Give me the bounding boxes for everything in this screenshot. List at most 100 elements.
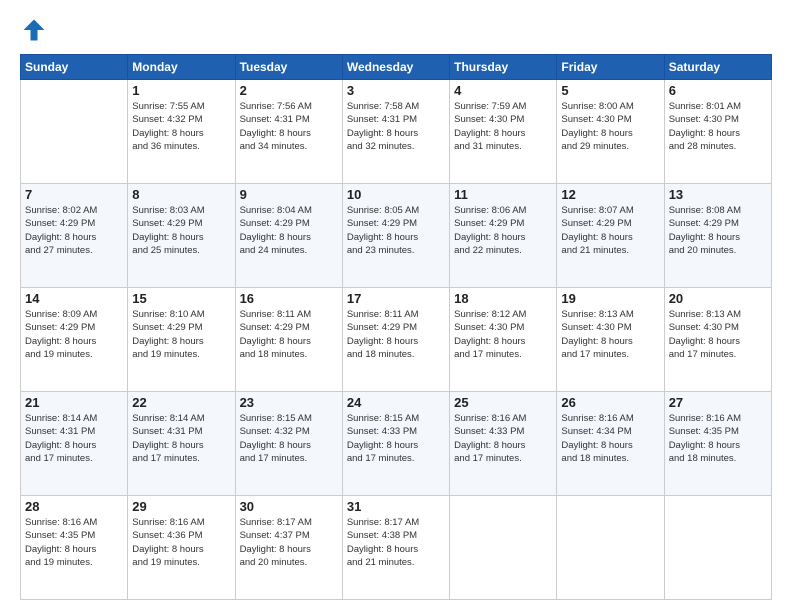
day-number: 15 [132, 291, 230, 306]
day-info: Sunrise: 7:58 AM Sunset: 4:31 PM Dayligh… [347, 100, 445, 153]
day-info: Sunrise: 7:59 AM Sunset: 4:30 PM Dayligh… [454, 100, 552, 153]
day-number: 19 [561, 291, 659, 306]
day-number: 20 [669, 291, 767, 306]
day-info: Sunrise: 8:10 AM Sunset: 4:29 PM Dayligh… [132, 308, 230, 361]
day-number: 2 [240, 83, 338, 98]
page: SundayMondayTuesdayWednesdayThursdayFrid… [0, 0, 792, 612]
calendar-cell: 29 Sunrise: 8:16 AM Sunset: 4:36 PM Dayli… [128, 496, 235, 600]
day-number: 8 [132, 187, 230, 202]
day-info: Sunrise: 8:16 AM Sunset: 4:36 PM Dayligh… [132, 516, 230, 569]
day-number: 22 [132, 395, 230, 410]
day-info: Sunrise: 8:00 AM Sunset: 4:30 PM Dayligh… [561, 100, 659, 153]
week-row-4: 21 Sunrise: 8:14 AM Sunset: 4:31 PM Dayli… [21, 392, 772, 496]
day-info: Sunrise: 8:16 AM Sunset: 4:35 PM Dayligh… [669, 412, 767, 465]
calendar-cell: 11 Sunrise: 8:06 AM Sunset: 4:29 PM Dayli… [450, 184, 557, 288]
day-number: 3 [347, 83, 445, 98]
calendar-cell: 28Sunrise: 8:16 AM Sunset: 4:35 PM Dayli… [21, 496, 128, 600]
day-number: 10 [347, 187, 445, 202]
calendar-cell [557, 496, 664, 600]
day-number: 29 [132, 499, 230, 514]
weekday-header-wednesday: Wednesday [342, 55, 449, 80]
day-info: Sunrise: 8:06 AM Sunset: 4:29 PM Dayligh… [454, 204, 552, 257]
logo-icon [20, 16, 48, 44]
weekday-header-row: SundayMondayTuesdayWednesdayThursdayFrid… [21, 55, 772, 80]
calendar-cell: 14Sunrise: 8:09 AM Sunset: 4:29 PM Dayli… [21, 288, 128, 392]
day-number: 27 [669, 395, 767, 410]
calendar-cell: 1 Sunrise: 7:55 AM Sunset: 4:32 PM Daylig… [128, 80, 235, 184]
day-info: Sunrise: 7:56 AM Sunset: 4:31 PM Dayligh… [240, 100, 338, 153]
day-number: 11 [454, 187, 552, 202]
week-row-2: 7Sunrise: 8:02 AM Sunset: 4:29 PM Daylig… [21, 184, 772, 288]
day-info: Sunrise: 8:14 AM Sunset: 4:31 PM Dayligh… [132, 412, 230, 465]
day-info: Sunrise: 8:17 AM Sunset: 4:38 PM Dayligh… [347, 516, 445, 569]
calendar-cell: 8 Sunrise: 8:03 AM Sunset: 4:29 PM Daylig… [128, 184, 235, 288]
day-number: 5 [561, 83, 659, 98]
calendar-cell: 15 Sunrise: 8:10 AM Sunset: 4:29 PM Dayli… [128, 288, 235, 392]
calendar-cell: 25Sunrise: 8:16 AM Sunset: 4:33 PM Dayli… [450, 392, 557, 496]
calendar-cell: 4 Sunrise: 7:59 AM Sunset: 4:30 PM Daylig… [450, 80, 557, 184]
day-number: 1 [132, 83, 230, 98]
day-info: Sunrise: 8:11 AM Sunset: 4:29 PM Dayligh… [240, 308, 338, 361]
calendar-cell: 16 Sunrise: 8:11 AM Sunset: 4:29 PM Dayli… [235, 288, 342, 392]
day-number: 26 [561, 395, 659, 410]
calendar-cell: 27 Sunrise: 8:16 AM Sunset: 4:35 PM Dayli… [664, 392, 771, 496]
day-info: Sunrise: 8:12 AM Sunset: 4:30 PM Dayligh… [454, 308, 552, 361]
calendar-cell: 24Sunrise: 8:15 AM Sunset: 4:33 PM Dayli… [342, 392, 449, 496]
weekday-header-sunday: Sunday [21, 55, 128, 80]
day-info: Sunrise: 8:03 AM Sunset: 4:29 PM Dayligh… [132, 204, 230, 257]
calendar-cell: 5 Sunrise: 8:00 AM Sunset: 4:30 PM Daylig… [557, 80, 664, 184]
week-row-1: 1 Sunrise: 7:55 AM Sunset: 4:32 PM Daylig… [21, 80, 772, 184]
week-row-5: 28Sunrise: 8:16 AM Sunset: 4:35 PM Dayli… [21, 496, 772, 600]
calendar-cell: 19 Sunrise: 8:13 AM Sunset: 4:30 PM Dayli… [557, 288, 664, 392]
day-info: Sunrise: 8:14 AM Sunset: 4:31 PM Dayligh… [25, 412, 123, 465]
day-info: Sunrise: 8:07 AM Sunset: 4:29 PM Dayligh… [561, 204, 659, 257]
day-info: Sunrise: 8:16 AM Sunset: 4:34 PM Dayligh… [561, 412, 659, 465]
calendar-cell [21, 80, 128, 184]
calendar-cell: 18 Sunrise: 8:12 AM Sunset: 4:30 PM Dayli… [450, 288, 557, 392]
day-number: 25 [454, 395, 552, 410]
day-info: Sunrise: 8:15 AM Sunset: 4:32 PM Dayligh… [240, 412, 338, 465]
day-info: Sunrise: 8:11 AM Sunset: 4:29 PM Dayligh… [347, 308, 445, 361]
day-number: 21 [25, 395, 123, 410]
header [20, 16, 772, 44]
calendar-cell: 6Sunrise: 8:01 AM Sunset: 4:30 PM Daylig… [664, 80, 771, 184]
day-number: 13 [669, 187, 767, 202]
day-number: 9 [240, 187, 338, 202]
calendar-cell: 30 Sunrise: 8:17 AM Sunset: 4:37 PM Dayli… [235, 496, 342, 600]
logo [20, 16, 52, 44]
day-info: Sunrise: 8:13 AM Sunset: 4:30 PM Dayligh… [561, 308, 659, 361]
weekday-header-tuesday: Tuesday [235, 55, 342, 80]
day-number: 18 [454, 291, 552, 306]
day-number: 28 [25, 499, 123, 514]
calendar-cell [664, 496, 771, 600]
day-info: Sunrise: 8:17 AM Sunset: 4:37 PM Dayligh… [240, 516, 338, 569]
calendar-cell: 2 Sunrise: 7:56 AM Sunset: 4:31 PM Daylig… [235, 80, 342, 184]
calendar-cell [450, 496, 557, 600]
weekday-header-saturday: Saturday [664, 55, 771, 80]
calendar-cell: 23 Sunrise: 8:15 AM Sunset: 4:32 PM Dayli… [235, 392, 342, 496]
day-number: 14 [25, 291, 123, 306]
calendar-cell: 21 Sunrise: 8:14 AM Sunset: 4:31 PM Dayli… [21, 392, 128, 496]
day-number: 17 [347, 291, 445, 306]
day-number: 24 [347, 395, 445, 410]
calendar: SundayMondayTuesdayWednesdayThursdayFrid… [20, 54, 772, 600]
day-number: 23 [240, 395, 338, 410]
day-number: 31 [347, 499, 445, 514]
day-info: Sunrise: 8:02 AM Sunset: 4:29 PM Dayligh… [25, 204, 123, 257]
weekday-header-thursday: Thursday [450, 55, 557, 80]
day-number: 12 [561, 187, 659, 202]
calendar-cell: 22 Sunrise: 8:14 AM Sunset: 4:31 PM Dayli… [128, 392, 235, 496]
day-number: 30 [240, 499, 338, 514]
day-number: 4 [454, 83, 552, 98]
calendar-cell: 20Sunrise: 8:13 AM Sunset: 4:30 PM Dayli… [664, 288, 771, 392]
calendar-cell: 3 Sunrise: 7:58 AM Sunset: 4:31 PM Daylig… [342, 80, 449, 184]
calendar-cell: 7Sunrise: 8:02 AM Sunset: 4:29 PM Daylig… [21, 184, 128, 288]
calendar-cell: 31 Sunrise: 8:17 AM Sunset: 4:38 PM Dayli… [342, 496, 449, 600]
weekday-header-friday: Friday [557, 55, 664, 80]
day-number: 16 [240, 291, 338, 306]
calendar-cell: 12 Sunrise: 8:07 AM Sunset: 4:29 PM Dayli… [557, 184, 664, 288]
day-info: Sunrise: 7:55 AM Sunset: 4:32 PM Dayligh… [132, 100, 230, 153]
day-info: Sunrise: 8:05 AM Sunset: 4:29 PM Dayligh… [347, 204, 445, 257]
calendar-cell: 9Sunrise: 8:04 AM Sunset: 4:29 PM Daylig… [235, 184, 342, 288]
calendar-cell: 26 Sunrise: 8:16 AM Sunset: 4:34 PM Dayli… [557, 392, 664, 496]
